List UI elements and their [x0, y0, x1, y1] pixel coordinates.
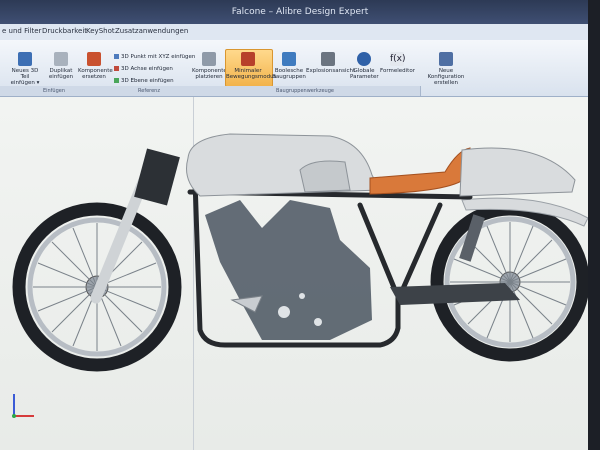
tail-section[interactable]: [459, 147, 576, 197]
engine-block[interactable]: [205, 200, 372, 340]
steering-head[interactable]: [134, 148, 180, 206]
rear-wheel[interactable]: [430, 202, 590, 362]
tank-recess: [299, 160, 351, 193]
seat[interactable]: [369, 147, 471, 195]
motorcycle-model[interactable]: [0, 0, 600, 450]
cad-window: Falcone – Alibre Design Expert e und Fil…: [0, 0, 600, 450]
monitor-bezel: [588, 0, 600, 450]
swingarm[interactable]: [390, 283, 520, 305]
axis-triad: [10, 392, 36, 424]
fuel-tank[interactable]: [186, 133, 381, 197]
